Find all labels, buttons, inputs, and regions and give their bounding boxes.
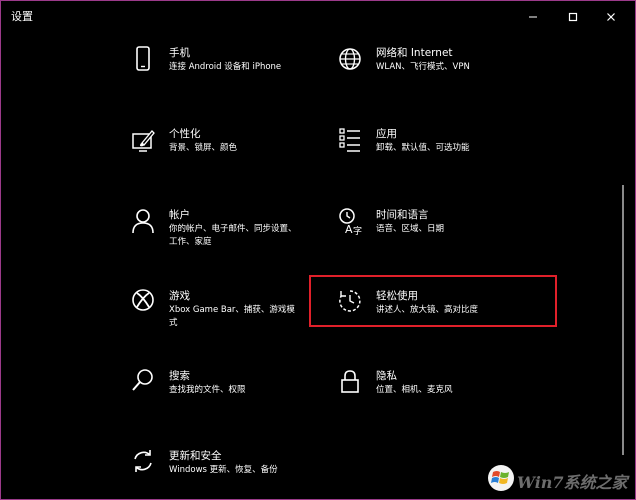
settings-item-title: 应用 xyxy=(376,128,397,140)
settings-item-description: 位置、相机、麦克风 xyxy=(376,385,453,395)
minimize-icon xyxy=(529,16,537,18)
settings-item-description: 连接 Android 设备和 iPhone xyxy=(169,62,282,72)
svg-text:A: A xyxy=(345,223,353,236)
person-icon xyxy=(131,207,155,237)
settings-item-search[interactable]: 搜索 查找我的文件、权限 xyxy=(131,368,371,424)
settings-item-description: WLAN、飞行模式、VPN xyxy=(376,62,470,72)
settings-item-description: 查找我的文件、权限 xyxy=(169,385,246,395)
windows-logo-icon xyxy=(488,465,514,491)
settings-item-network[interactable]: 网络和 Internet WLAN、飞行模式、VPN xyxy=(338,45,578,101)
settings-item-phone[interactable]: 手机 连接 Android 设备和 iPhone xyxy=(131,45,371,101)
minimize-button[interactable] xyxy=(513,5,553,29)
settings-item-description: 背景、锁屏、颜色 xyxy=(169,143,238,153)
lock-icon xyxy=(338,368,362,398)
settings-item-description: 你的帐户、电子邮件、同步设置、工作、家庭 xyxy=(169,224,297,247)
window-title: 设置 xyxy=(11,10,33,23)
close-button[interactable] xyxy=(591,5,631,29)
settings-item-description: 语音、区域、日期 xyxy=(376,224,445,234)
settings-item-title: 个性化 xyxy=(169,128,201,140)
settings-item-title: 手机 xyxy=(169,47,190,59)
watermark: Win7系统之家 xyxy=(487,459,633,497)
settings-item-title: 时间和语言 xyxy=(376,209,429,221)
scrollbar[interactable] xyxy=(620,33,626,493)
settings-item-title: 游戏 xyxy=(169,290,190,302)
globe-icon xyxy=(338,45,362,75)
phone-icon xyxy=(131,45,155,75)
time-language-icon: A 字 xyxy=(338,207,362,237)
settings-item-accounts[interactable]: 帐户 你的帐户、电子邮件、同步设置、工作、家庭 xyxy=(131,207,371,263)
highlight-box xyxy=(309,275,557,327)
close-icon xyxy=(607,13,615,21)
settings-window: 设置 手机 连接 Android 设备和 iPhone 网络和 Internet… xyxy=(0,0,636,500)
search-icon xyxy=(131,368,155,398)
settings-item-description: 卸载、默认值、可选功能 xyxy=(376,143,470,153)
title-bar[interactable]: 设置 xyxy=(1,1,635,33)
settings-item-title: 隐私 xyxy=(376,370,397,382)
svg-text:字: 字 xyxy=(353,225,362,237)
settings-item-description: Windows 更新、恢复、备份 xyxy=(169,465,278,475)
update-icon xyxy=(131,448,155,478)
settings-item-privacy[interactable]: 隐私 位置、相机、麦克风 xyxy=(338,368,578,424)
settings-item-time-language[interactable]: A 字 时间和语言 语音、区域、日期 xyxy=(338,207,578,263)
settings-item-apps[interactable]: 应用 卸载、默认值、可选功能 xyxy=(338,126,578,182)
xbox-icon xyxy=(131,288,155,318)
scrollbar-thumb[interactable] xyxy=(622,185,624,455)
settings-item-title: 帐户 xyxy=(169,209,190,221)
watermark-text: Win7系统之家 xyxy=(517,473,628,492)
settings-item-title: 搜索 xyxy=(169,370,190,382)
personalization-icon xyxy=(131,126,155,156)
settings-item-update-security[interactable]: 更新和安全 Windows 更新、恢复、备份 xyxy=(131,448,371,499)
settings-item-description: Xbox Game Bar、捕获、游戏模式 xyxy=(169,305,295,328)
maximize-button[interactable] xyxy=(553,5,593,29)
settings-item-personalization[interactable]: 个性化 背景、锁屏、颜色 xyxy=(131,126,371,182)
settings-item-title: 更新和安全 xyxy=(169,450,222,462)
maximize-icon xyxy=(568,12,578,22)
apps-list-icon xyxy=(338,126,362,156)
settings-item-title: 网络和 Internet xyxy=(376,47,453,59)
